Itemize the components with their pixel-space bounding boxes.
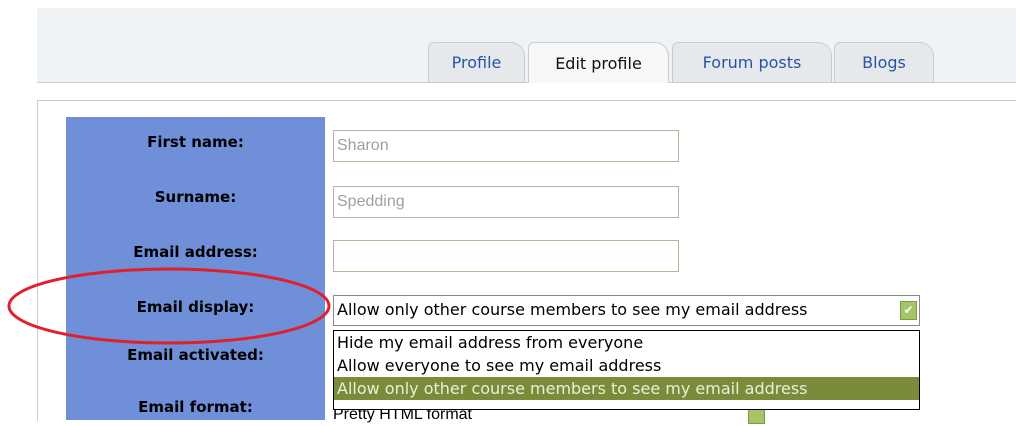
chevron-down-icon[interactable]: ✔ [900,301,917,320]
first-name-field[interactable] [333,130,679,162]
tab-label: Forum posts [702,53,802,72]
tab-edit-profile[interactable]: Edit profile [528,42,669,83]
tab-profile[interactable]: Profile [428,42,525,82]
email-format-label: Email format: [138,398,253,416]
email-address-label: Email address: [133,243,258,261]
surname-label: Surname: [154,188,237,206]
email-display-dropdown: Hide my email address from everyone Allo… [333,330,920,410]
tab-label: Edit profile [555,53,642,73]
tab-baseline [37,82,1016,83]
dropdown-option[interactable]: Allow everyone to see my email address [334,354,919,377]
chevron-down-icon[interactable] [748,408,765,424]
tab-blogs[interactable]: Blogs [834,42,934,82]
surname-field[interactable] [333,186,679,218]
email-display-label: Email display: [136,298,255,316]
dropdown-option-selected[interactable]: Allow only other course members to see m… [334,377,919,400]
label-column [66,117,325,420]
select-value: Allow only other course members to see m… [337,300,808,319]
dropdown-option[interactable]: Hide my email address from everyone [334,331,919,354]
tab-label: Profile [451,53,502,72]
email-display-select[interactable]: Allow only other course members to see m… [333,295,920,326]
tab-label: Blogs [862,53,906,72]
email-activated-label: Email activated: [127,346,264,364]
first-name-label: First name: [147,133,244,151]
email-address-field[interactable] [333,240,679,272]
tab-forum-posts[interactable]: Forum posts [672,42,832,82]
